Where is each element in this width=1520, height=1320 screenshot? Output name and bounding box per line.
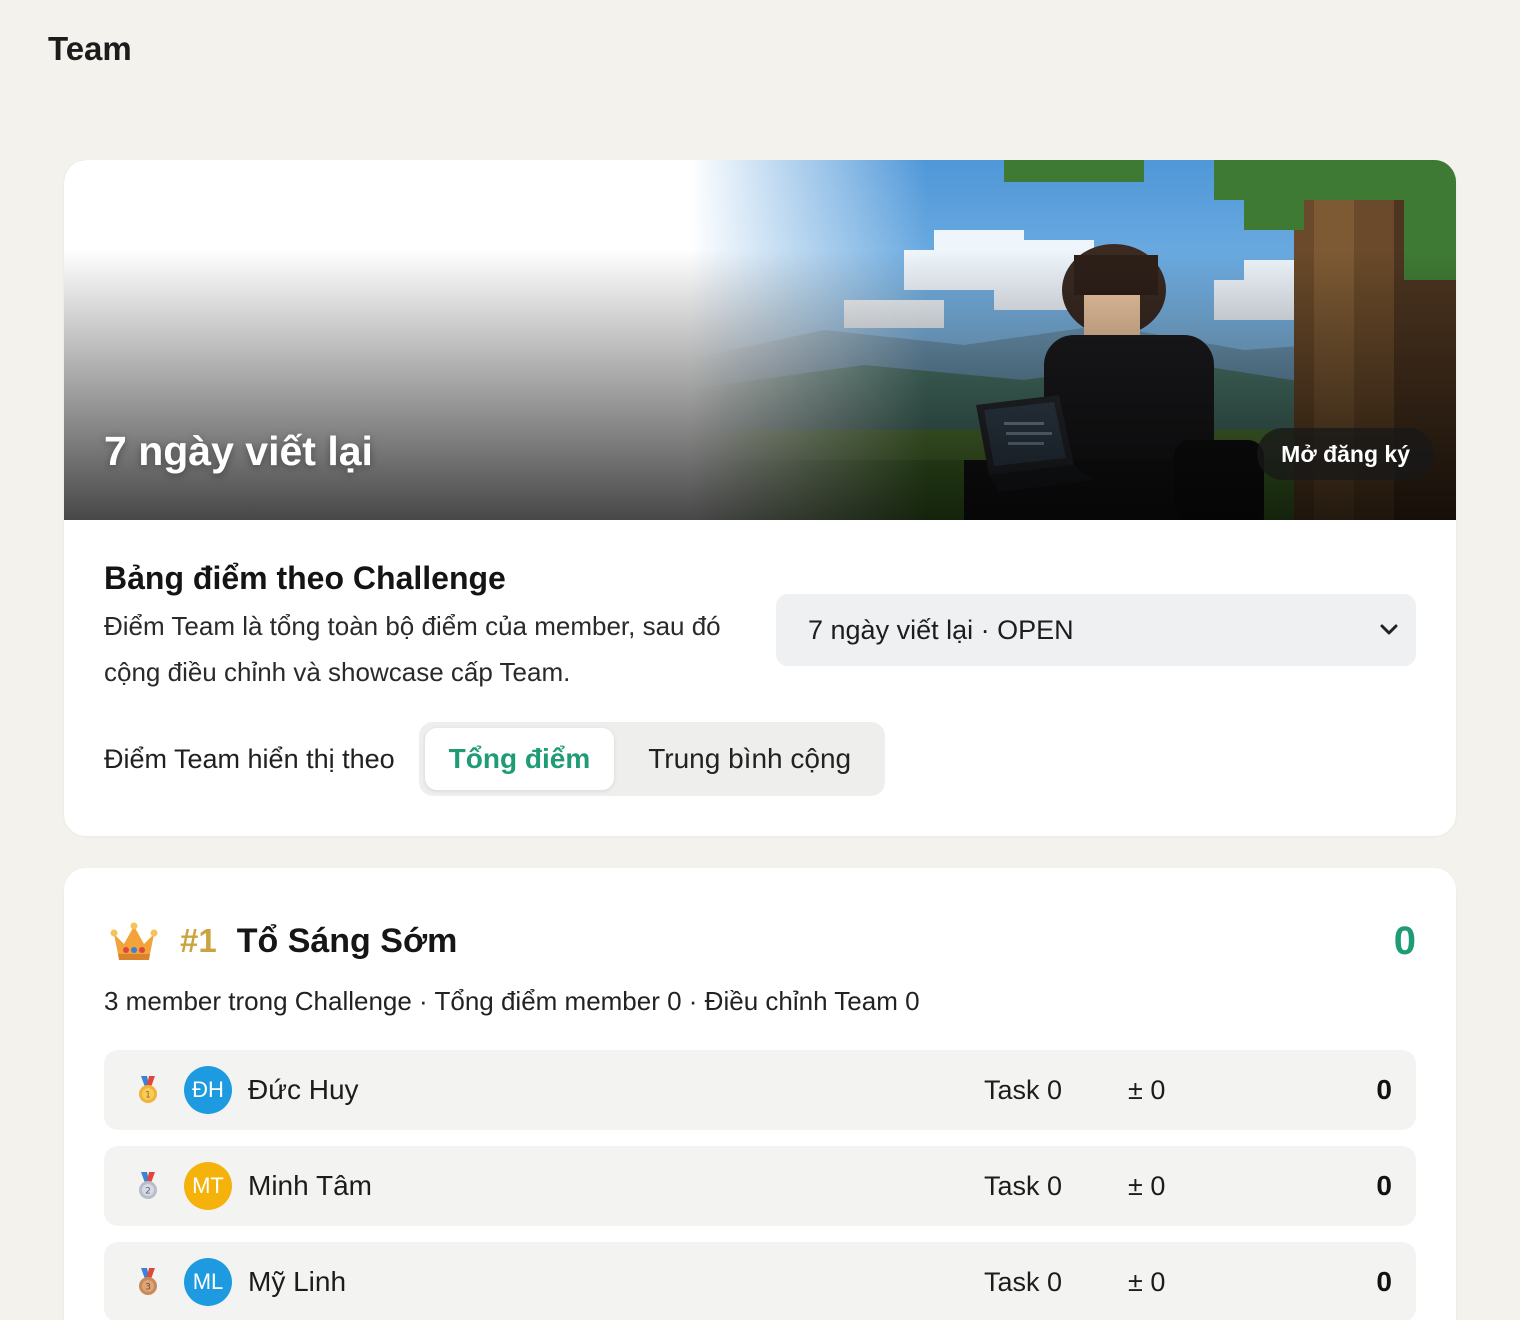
display-mode-label: Điểm Team hiển thị theo bbox=[104, 743, 395, 774]
team-name: Tổ Sáng Sớm bbox=[236, 921, 458, 960]
member-row[interactable]: 1 ĐH Đức Huy Task 0 ± 0 0 bbox=[104, 1050, 1416, 1130]
challenge-card: 7 ngày viết lại Mở đăng ký Bảng điểm the… bbox=[64, 160, 1456, 836]
bronze-medal-icon: 3 bbox=[139, 1268, 157, 1295]
member-row[interactable]: 2 MT Minh Tâm Task 0 ± 0 0 bbox=[104, 1146, 1416, 1226]
member-adjustment: ± 0 bbox=[1128, 1266, 1166, 1297]
avatar: MT bbox=[184, 1162, 232, 1210]
display-mode-row: Điểm Team hiển thị theo Tổng điểm Trung … bbox=[104, 722, 886, 796]
leaderboard-description: Điểm Team là tổng toàn bộ điểm của membe… bbox=[104, 611, 721, 687]
member-name: Minh Tâm bbox=[248, 1170, 372, 1201]
avatar: ML bbox=[184, 1258, 232, 1306]
member-adjustment: ± 0 bbox=[1128, 1170, 1166, 1201]
display-mode-toggle: Tổng điểm Trung bình cộng bbox=[418, 722, 886, 796]
member-name: Mỹ Linh bbox=[248, 1266, 347, 1297]
leaderboard-title: Bảng điểm theo Challenge bbox=[104, 560, 506, 596]
team-card: #1 Tổ Sáng Sớm 0 3 member trong Challeng… bbox=[64, 868, 1456, 1320]
challenge-banner: 7 ngày viết lại Mở đăng ký bbox=[64, 160, 1456, 520]
team-score: 0 bbox=[1393, 918, 1416, 963]
gold-medal-icon: 1 bbox=[139, 1076, 157, 1103]
mode-average-button[interactable]: Trung bình cộng bbox=[614, 728, 879, 790]
team-page: Team 7 ngày viết lại Mở đăng ký Bảng điể… bbox=[0, 0, 1520, 1320]
member-score: 0 bbox=[1376, 1074, 1392, 1105]
svg-text:3: 3 bbox=[145, 1283, 151, 1293]
chevron-down-icon bbox=[1380, 624, 1398, 635]
silver-medal-icon: 2 bbox=[139, 1172, 157, 1199]
member-task-score: Task 0 bbox=[984, 1074, 1063, 1105]
status-badge: Mở đăng ký bbox=[1257, 428, 1434, 480]
member-adjustment: ± 0 bbox=[1128, 1074, 1166, 1105]
member-row[interactable]: 3 ML Mỹ Linh Task 0 ± 0 0 bbox=[104, 1242, 1416, 1320]
svg-text:2: 2 bbox=[145, 1187, 151, 1197]
page-title: Team bbox=[48, 30, 132, 67]
member-task-score: Task 0 bbox=[984, 1266, 1063, 1297]
crown-icon bbox=[110, 922, 158, 960]
team-header: #1 Tổ Sáng Sớm 0 bbox=[104, 916, 1416, 966]
member-score: 0 bbox=[1376, 1266, 1392, 1297]
avatar: ĐH bbox=[184, 1066, 232, 1114]
mode-total-button[interactable]: Tổng điểm bbox=[424, 728, 615, 790]
member-name: Đức Huy bbox=[248, 1074, 359, 1105]
challenge-title: 7 ngày viết lại bbox=[104, 428, 373, 474]
member-task-score: Task 0 bbox=[984, 1170, 1063, 1201]
member-score: 0 bbox=[1376, 1170, 1392, 1201]
svg-text:1: 1 bbox=[145, 1091, 151, 1101]
challenge-select[interactable]: 7 ngày viết lại · OPEN bbox=[776, 594, 1416, 666]
challenge-select-value: 7 ngày viết lại · OPEN bbox=[808, 614, 1074, 645]
team-rank: #1 bbox=[180, 922, 217, 959]
leaderboard-section: Bảng điểm theo Challenge Điểm Team là tổ… bbox=[104, 560, 1416, 796]
team-meta: 3 member trong Challenge · Tổng điểm mem… bbox=[104, 986, 920, 1016]
